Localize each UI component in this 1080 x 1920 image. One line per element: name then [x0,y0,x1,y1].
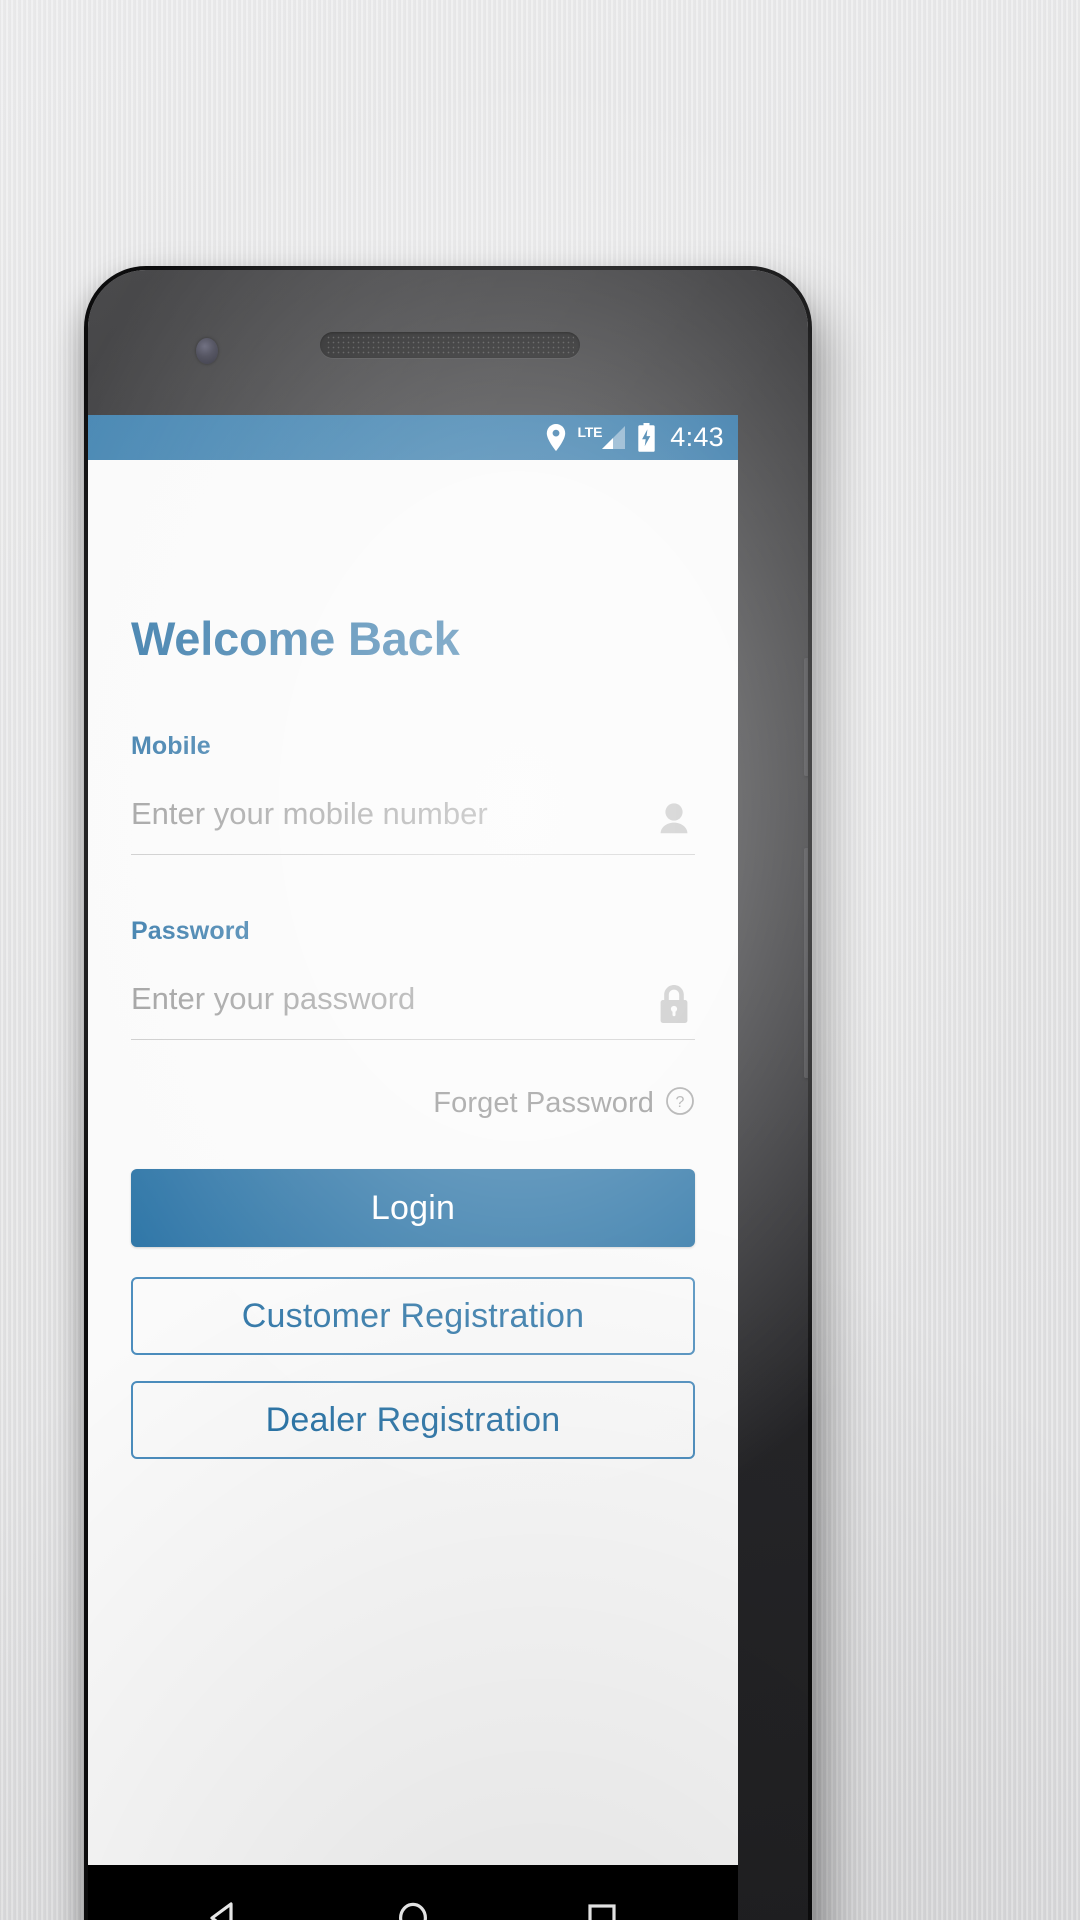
status-bar-clock: 4:43 [670,422,724,452]
location-pin-icon [546,424,566,451]
mobile-input[interactable] [131,795,695,842]
password-input[interactable] [131,980,695,1027]
volume-rocker-button[interactable] [804,848,808,1078]
phone-device-frame: LTE 4:43 Welcome Back Mobile Enter your … [88,270,808,1920]
battery-charging-icon [637,423,656,452]
phone-screen: LTE 4:43 Welcome Back Mobile Enter your … [88,415,738,1920]
forget-password-label: Forget Password [433,1087,654,1119]
page-title: Welcome Back [131,612,460,665]
back-button[interactable] [189,1883,259,1920]
customer-registration-button[interactable]: Customer Registration [131,1277,695,1355]
mobile-field-label: Mobile [131,732,211,760]
android-navigation-bar [88,1865,738,1920]
lte-signal-icon: LTE [577,425,626,450]
desk-background: LTE 4:43 Welcome Back Mobile Enter your … [0,0,1080,1920]
mobile-input-row[interactable] [131,783,695,855]
mobile-field-group: Mobile [131,732,695,855]
home-button[interactable] [378,1883,448,1920]
dealer-registration-button[interactable]: Dealer Registration [131,1381,695,1459]
password-field-label: Password [131,917,250,945]
login-screen-content: Welcome Back Mobile Enter your mobile nu… [88,615,738,1459]
help-circle-icon[interactable]: ? [665,1086,695,1121]
earpiece-speaker-grille [320,332,580,358]
password-field-group: Password [131,917,695,1040]
login-button[interactable]: Login [131,1169,695,1247]
power-button[interactable] [804,658,808,776]
recents-button[interactable] [567,1883,637,1920]
status-bar: LTE 4:43 [88,415,738,460]
svg-text:?: ? [676,1094,685,1111]
password-input-row[interactable] [131,968,695,1040]
forget-password-link[interactable]: Forget Password ? [131,1086,695,1121]
lock-icon [653,983,695,1025]
person-icon [653,798,695,840]
front-camera-icon [196,338,218,364]
